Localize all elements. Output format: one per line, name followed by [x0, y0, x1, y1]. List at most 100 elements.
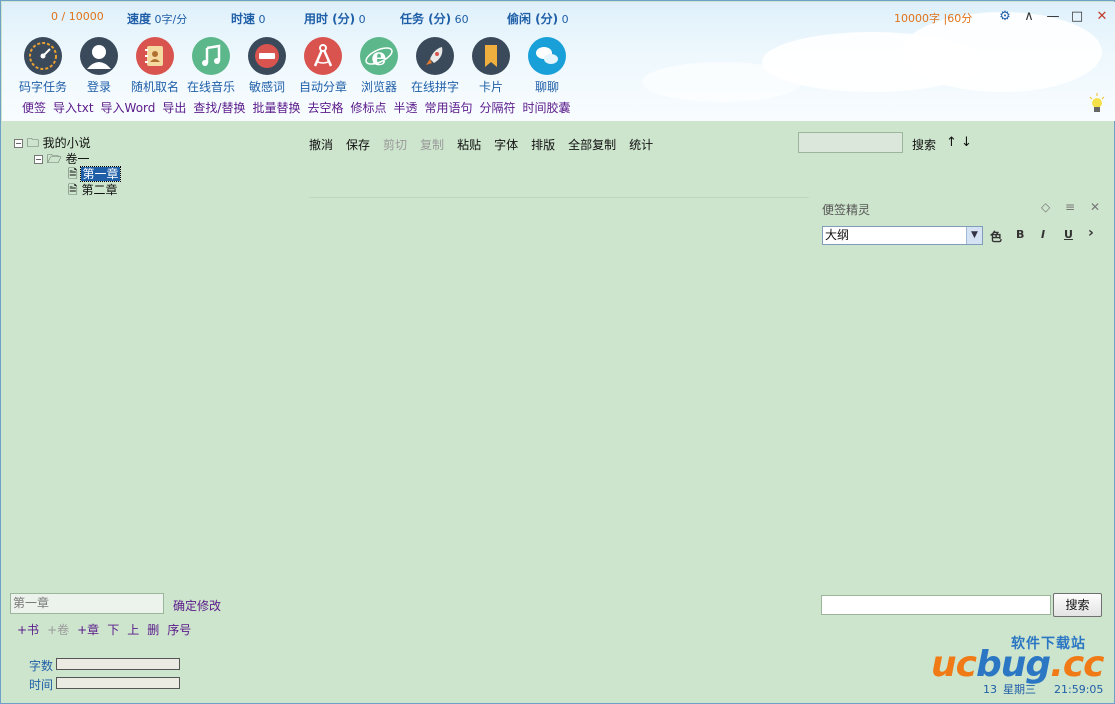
link-notes[interactable]: 便签 [22, 101, 46, 115]
link-separator[interactable]: 分隔符 [480, 101, 516, 115]
maximize-button[interactable]: □ [1067, 7, 1087, 27]
stat-task: 任务 (分) 60 [400, 12, 469, 26]
word-meter-bar [56, 658, 180, 670]
copy-button[interactable]: 复制 [420, 138, 444, 152]
stat-speed: 速度 0字/分 [127, 12, 188, 26]
move-down-button[interactable]: 下 [107, 623, 119, 637]
layout-button[interactable]: 排版 [531, 138, 555, 152]
card-button[interactable]: 卡片 [461, 37, 521, 95]
header-panel: 0 / 10000 速度 0字/分 时速 0 用时 (分) 0 任务 (分) 6… [2, 2, 1115, 121]
music-icon [192, 37, 230, 75]
diamond-icon[interactable]: ◇ [1041, 200, 1050, 214]
compass-icon [304, 37, 342, 75]
font-button[interactable]: 字体 [494, 138, 518, 152]
lightbulb-icon[interactable] [1088, 93, 1106, 115]
bookmark-icon [472, 37, 510, 75]
link-export[interactable]: 导出 [162, 101, 186, 115]
menu-icon[interactable]: ≡ [1065, 200, 1075, 214]
link-time-capsule[interactable]: 时间胶囊 [523, 101, 571, 115]
typing-task-button[interactable]: 码字任务 [13, 37, 73, 95]
link-common-phrases[interactable]: 常用语句 [425, 101, 473, 115]
editor-toolbar: 撤消 保存 剪切 复制 粘贴 字体 排版 全部复制 统计 [309, 136, 666, 153]
link-remove-spaces[interactable]: 去空格 [307, 101, 343, 115]
address-book-icon [136, 37, 174, 75]
notes-search-input[interactable] [821, 595, 1051, 615]
bold-button[interactable]: B [1016, 228, 1024, 241]
add-volume-button[interactable]: +卷 [47, 623, 69, 637]
stat-idle: 偷闲 (分) 0 [507, 12, 569, 26]
italic-button[interactable]: I [1041, 228, 1045, 241]
link-fix-punctuation[interactable]: 修标点 [350, 101, 386, 115]
link-import-txt[interactable]: 导入txt [53, 101, 94, 115]
sensitive-words-button[interactable]: 敏感词 [237, 37, 297, 95]
search-input[interactable] [798, 132, 903, 153]
online-pinzi-button[interactable]: 在线拼字 [405, 37, 465, 95]
tree-root[interactable]: − 🗀 我的小说 [14, 135, 91, 151]
app-window: 0 / 10000 速度 0字/分 时速 0 用时 (分) 0 任务 (分) 6… [0, 0, 1115, 704]
login-button[interactable]: 登录 [69, 37, 129, 95]
stats-button[interactable]: 统计 [629, 138, 653, 152]
search-button[interactable]: 搜索 [912, 136, 936, 153]
color-button[interactable]: 色 [990, 228, 1002, 245]
status-weekday: 星期三 [1003, 683, 1036, 696]
auto-chapter-button[interactable]: 自动分章 [293, 37, 353, 95]
status-time: 21:59:05 [1054, 683, 1104, 696]
document-icon: 🗎 [68, 183, 78, 197]
link-import-word[interactable]: 导入Word [101, 101, 156, 115]
collapse-icon[interactable]: − [34, 155, 43, 164]
undo-button[interactable]: 撤消 [309, 138, 333, 152]
chapter-name-input[interactable]: 第一章 [10, 593, 164, 614]
watermark-logo: ucbug.cc [931, 644, 1105, 685]
close-button[interactable]: ✕ [1092, 7, 1112, 27]
stat-hourly-speed: 时速 0 [231, 12, 266, 26]
save-button[interactable]: 保存 [346, 138, 370, 152]
close-icon[interactable]: ✕ [1090, 200, 1100, 214]
open-folder-icon: 🗁 [46, 152, 62, 166]
add-chapter-button[interactable]: +章 [77, 623, 99, 637]
tree-ops-bar: +书 +卷 +章下上删序号 [17, 621, 199, 638]
time-meter-bar [56, 677, 180, 689]
numbering-button[interactable]: 序号 [167, 623, 191, 637]
settings-icon[interactable]: ⚙ [995, 7, 1015, 27]
search-down-button[interactable]: ↓ [961, 135, 972, 150]
move-up-button[interactable]: 上 [127, 623, 139, 637]
chat-button[interactable]: 聊聊 [517, 37, 577, 95]
cut-button[interactable]: 剪切 [383, 138, 407, 152]
collapse-icon[interactable]: − [14, 139, 23, 148]
rocket-icon [416, 37, 454, 75]
speedometer-icon [24, 37, 62, 75]
tree-volume[interactable]: − 🗁 卷一 [34, 151, 90, 167]
time-meter-label: 时间 [29, 678, 54, 692]
add-book-button[interactable]: +书 [17, 623, 39, 637]
delete-button[interactable]: 删 [147, 623, 159, 637]
goal-label: 10000字 |60分 [894, 12, 973, 25]
no-entry-icon [248, 37, 286, 75]
underline-button[interactable]: U [1064, 228, 1073, 241]
browser-button[interactable]: e 浏览器 [349, 37, 409, 95]
status-day: 13 [983, 683, 997, 696]
more-button[interactable]: › [1088, 225, 1094, 241]
paste-button[interactable]: 粘贴 [457, 138, 481, 152]
link-batch-replace[interactable]: 批量替换 [252, 101, 300, 115]
tree-chapter[interactable]: 🗎 第一章 [68, 166, 121, 182]
tree-chapter[interactable]: 🗎 第二章 [68, 182, 118, 198]
note-category-select[interactable]: 大纲 ▼ [822, 226, 983, 245]
random-name-button[interactable]: 随机取名 [125, 37, 185, 95]
user-icon [80, 37, 118, 75]
notes-panel-title: 便签精灵 [822, 203, 871, 217]
minimize-button[interactable]: — [1043, 7, 1063, 27]
status-bar: 13 星期三 21:59:05 [983, 681, 1109, 697]
collapse-button[interactable]: ∧ [1019, 7, 1039, 27]
link-translucent[interactable]: 半透 [394, 101, 418, 115]
search-up-button[interactable]: ↑ [946, 135, 957, 150]
copy-all-button[interactable]: 全部复制 [568, 138, 616, 152]
chevron-down-icon: ▼ [966, 227, 982, 244]
confirm-edit-button[interactable]: 确定修改 [173, 597, 221, 614]
browser-icon: e [360, 37, 398, 75]
link-find-replace[interactable]: 查找/替换 [193, 101, 245, 115]
editor-separator [309, 197, 809, 198]
word-meter-label: 字数 [29, 659, 54, 673]
notes-search-button[interactable]: 搜索 [1053, 593, 1102, 617]
online-music-button[interactable]: 在线音乐 [181, 37, 241, 95]
word-count: 0 / 10000 [51, 10, 104, 23]
